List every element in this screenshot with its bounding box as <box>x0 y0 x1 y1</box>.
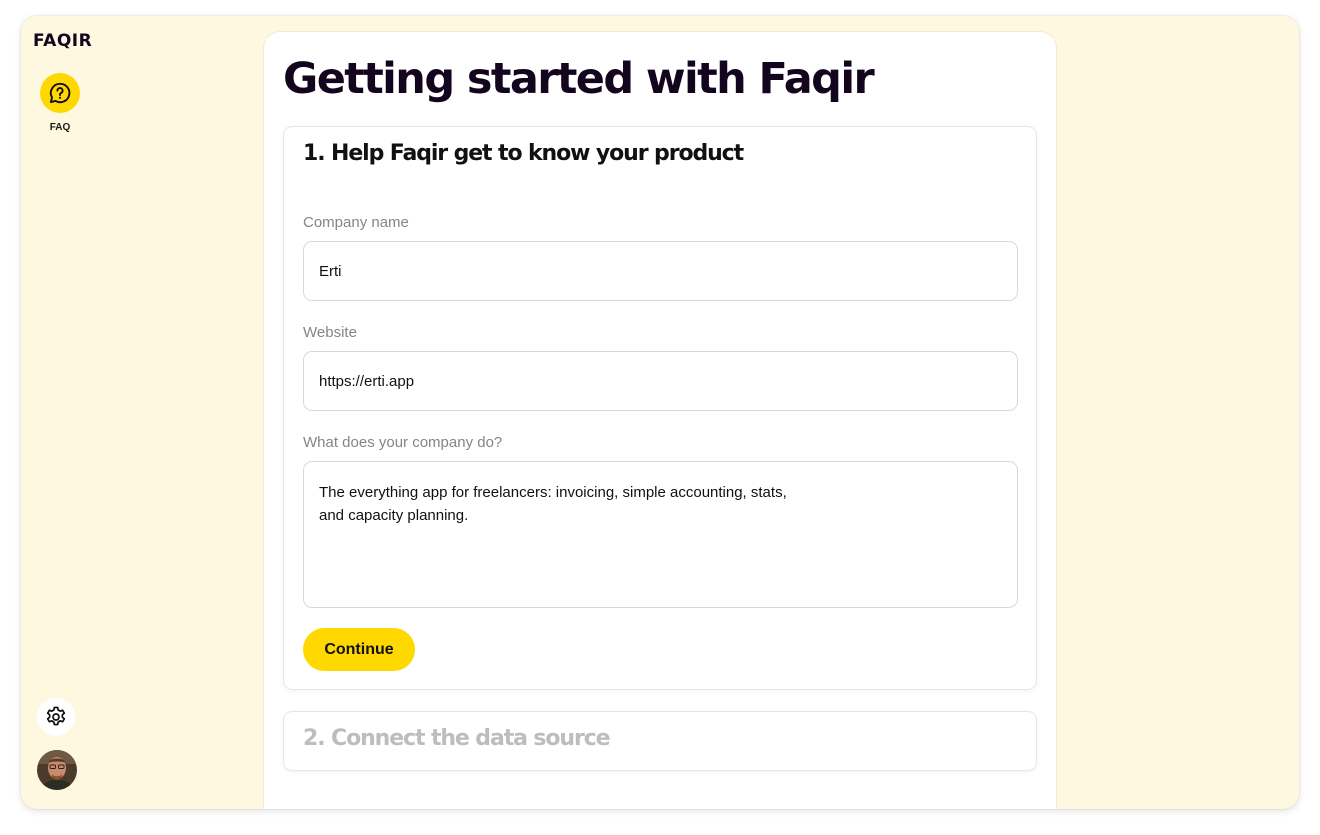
page-title: Getting started with Faqir <box>283 54 875 104</box>
faqir-logo: FAQIR <box>33 31 93 51</box>
faq-icon <box>40 73 80 113</box>
step-2-card[interactable]: 2. Connect the data source <box>283 711 1037 771</box>
company-description-textarea[interactable]: The everything app for freelancers: invo… <box>303 461 1018 608</box>
company-name-input[interactable] <box>303 241 1018 301</box>
company-description-label: What does your company do? <box>303 434 503 451</box>
sidebar-item-label: FAQ <box>49 122 71 133</box>
gear-icon <box>46 706 66 726</box>
continue-button[interactable]: Continue <box>303 628 415 671</box>
step-1-title: 1. Help Faqir get to know your product <box>303 141 744 166</box>
website-input[interactable] <box>303 351 1018 411</box>
company-name-label: Company name <box>303 214 409 231</box>
app-window: FAQIR FAQ Getting started with Faqir 1. … <box>21 16 1299 809</box>
settings-button[interactable] <box>37 698 75 736</box>
user-avatar[interactable] <box>37 750 77 790</box>
sidebar-item-faq[interactable]: FAQ <box>40 73 80 133</box>
main-panel: Getting started with Faqir 1. Help Faqir… <box>264 32 1056 809</box>
website-label: Website <box>303 324 357 341</box>
step-2-title: 2. Connect the data source <box>303 726 611 751</box>
step-1-card: 1. Help Faqir get to know your product C… <box>283 126 1037 690</box>
